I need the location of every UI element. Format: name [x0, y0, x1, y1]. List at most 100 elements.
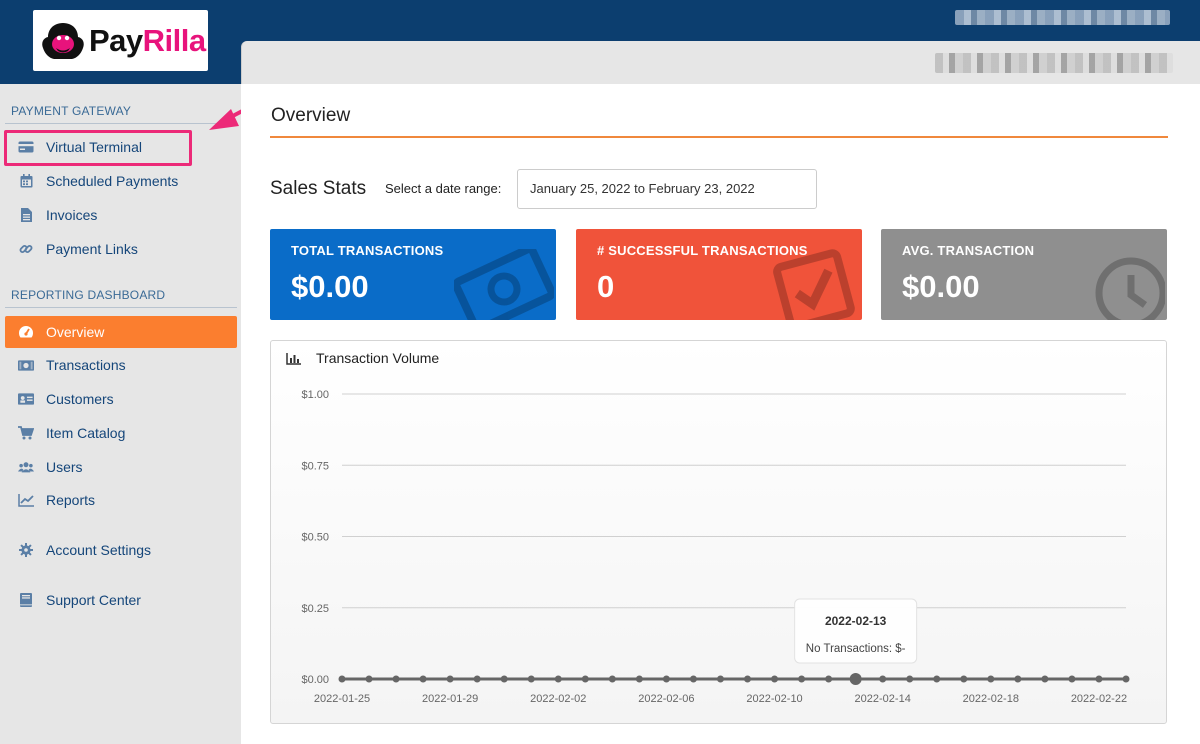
sidebar-item-transactions[interactable]: Transactions	[5, 349, 237, 381]
blurred-user-name	[935, 53, 1173, 73]
sidebar-item-overview[interactable]: Overview	[5, 316, 237, 348]
data-point	[392, 675, 400, 683]
cart-icon	[18, 426, 34, 440]
line-chart-icon	[18, 493, 34, 507]
id-card-icon	[18, 392, 34, 406]
x-tick-label: 2022-02-06	[638, 693, 694, 705]
data-point	[879, 675, 887, 683]
data-point	[1041, 675, 1049, 683]
data-point	[635, 675, 643, 683]
y-tick-label: $1.00	[301, 389, 329, 401]
x-tick-label: 2022-02-18	[963, 693, 1019, 705]
highlight-box	[4, 130, 192, 166]
sidebar-item-label: Item Catalog	[46, 425, 126, 441]
card-value: $0.00	[291, 269, 369, 304]
data-point	[933, 675, 941, 683]
sidebar-item-label: Payment Links	[46, 241, 138, 257]
data-point	[716, 675, 724, 683]
data-point	[798, 675, 806, 683]
sidebar-item-label: Users	[46, 459, 83, 475]
transaction-volume-chart: $1.00 $0.75 $0.50 $0.25 $0.00 2022-01-25 2022-…	[301, 389, 1130, 705]
sidebar-item-account-settings[interactable]: Account Settings	[5, 534, 237, 566]
calendar-icon	[18, 174, 34, 188]
date-range-label: Select a date range:	[385, 181, 502, 196]
brand-name: PayRilla	[89, 22, 206, 58]
page-title: Overview	[271, 105, 351, 126]
data-point	[1095, 675, 1103, 683]
data-point	[365, 675, 373, 683]
data-point	[473, 675, 481, 683]
sidebar-item-label: Overview	[46, 324, 105, 340]
data-point	[689, 675, 697, 683]
sidebar-item-users[interactable]: Users	[5, 451, 237, 483]
sidebar-item-label: Invoices	[46, 207, 98, 223]
data-point	[960, 675, 968, 683]
section-title-reporting-dashboard: REPORTING DASHBOARD	[11, 288, 166, 302]
y-tick-label: $0.75	[301, 460, 329, 472]
section-title-payment-gateway: PAYMENT GATEWAY	[11, 104, 132, 118]
data-point	[849, 673, 862, 685]
data-point	[771, 675, 779, 683]
data-point	[906, 675, 914, 683]
checkbox-icon	[773, 249, 855, 320]
sidebar-item-support-center[interactable]: Support Center	[5, 584, 237, 616]
sales-stats-title: Sales Stats	[270, 178, 367, 199]
money-bill-icon	[454, 249, 554, 320]
avg-transaction-card: AVG. TRANSACTION $0.00	[881, 229, 1167, 320]
data-point	[1122, 675, 1130, 683]
date-range-input[interactable]: January 25, 2022 to February 23, 2022	[517, 169, 817, 209]
y-tick-label: $0.50	[301, 532, 329, 544]
data-point	[744, 675, 752, 683]
successful-transactions-card: # SUCCESSFUL TRANSACTIONS 0	[576, 229, 862, 320]
total-transactions-card: TOTAL TRANSACTIONS $0.00	[270, 229, 556, 320]
data-point	[608, 675, 616, 683]
gear-icon	[18, 543, 34, 557]
card-label: AVG. TRANSACTION	[902, 243, 1035, 258]
data-point	[1068, 675, 1076, 683]
data-point	[527, 675, 535, 683]
file-icon	[18, 208, 34, 222]
y-tick-label: $0.00	[301, 674, 329, 686]
sidebar-item-label: Support Center	[46, 592, 141, 608]
x-tick-label: 2022-01-29	[422, 693, 478, 705]
x-tick-label: 2022-02-10	[746, 693, 802, 705]
book-icon	[18, 593, 34, 607]
link-icon	[18, 242, 34, 256]
sidebar-item-reports[interactable]: Reports	[5, 484, 237, 516]
sidebar-item-customers[interactable]: Customers	[5, 383, 237, 415]
sidebar-item-invoices[interactable]: Invoices	[5, 199, 237, 231]
payrilla-logo[interactable]: PayRilla	[33, 10, 208, 71]
sidebar-item-label: Reports	[46, 492, 96, 508]
tooltip-date: 2022-02-13	[825, 614, 887, 628]
gorilla-logo-icon	[42, 22, 84, 59]
sidebar-item-item-catalog[interactable]: Item Catalog	[5, 417, 237, 449]
x-tick-label: 2022-01-25	[314, 693, 370, 705]
money-icon	[18, 358, 34, 372]
card-value: $0.00	[902, 269, 980, 304]
title-underline	[270, 136, 1168, 138]
section-divider	[5, 123, 237, 124]
data-point	[338, 675, 346, 683]
users-icon	[18, 460, 34, 474]
sidebar-item-label: Scheduled Payments	[46, 173, 179, 189]
data-point	[500, 675, 508, 683]
data-point	[662, 675, 670, 683]
x-tick-label: 2022-02-22	[1071, 693, 1127, 705]
sidebar: PAYMENT GATEWAY Virtual Terminal Schedul…	[0, 84, 241, 744]
data-point	[581, 675, 589, 683]
sidebar-item-payment-links[interactable]: Payment Links	[5, 233, 237, 265]
transaction-volume-panel: Transaction Volume $1.00 $0.75 $0.50 $0.25 $…	[270, 340, 1167, 724]
sidebar-item-label: Account Settings	[46, 542, 152, 558]
sidebar-item-label: Customers	[46, 391, 114, 407]
dashboard-icon	[18, 325, 34, 339]
x-tick-label: 2022-02-02	[530, 693, 586, 705]
card-value: 0	[597, 269, 615, 304]
sidebar-item-scheduled-payments[interactable]: Scheduled Payments	[5, 165, 237, 197]
clock-icon	[1095, 257, 1165, 320]
data-point	[446, 675, 454, 683]
data-point	[419, 675, 427, 683]
card-label: TOTAL TRANSACTIONS	[291, 243, 444, 258]
sidebar-item-label: Transactions	[46, 357, 126, 373]
data-point	[1014, 675, 1022, 683]
x-tick-label: 2022-02-14	[855, 693, 911, 705]
